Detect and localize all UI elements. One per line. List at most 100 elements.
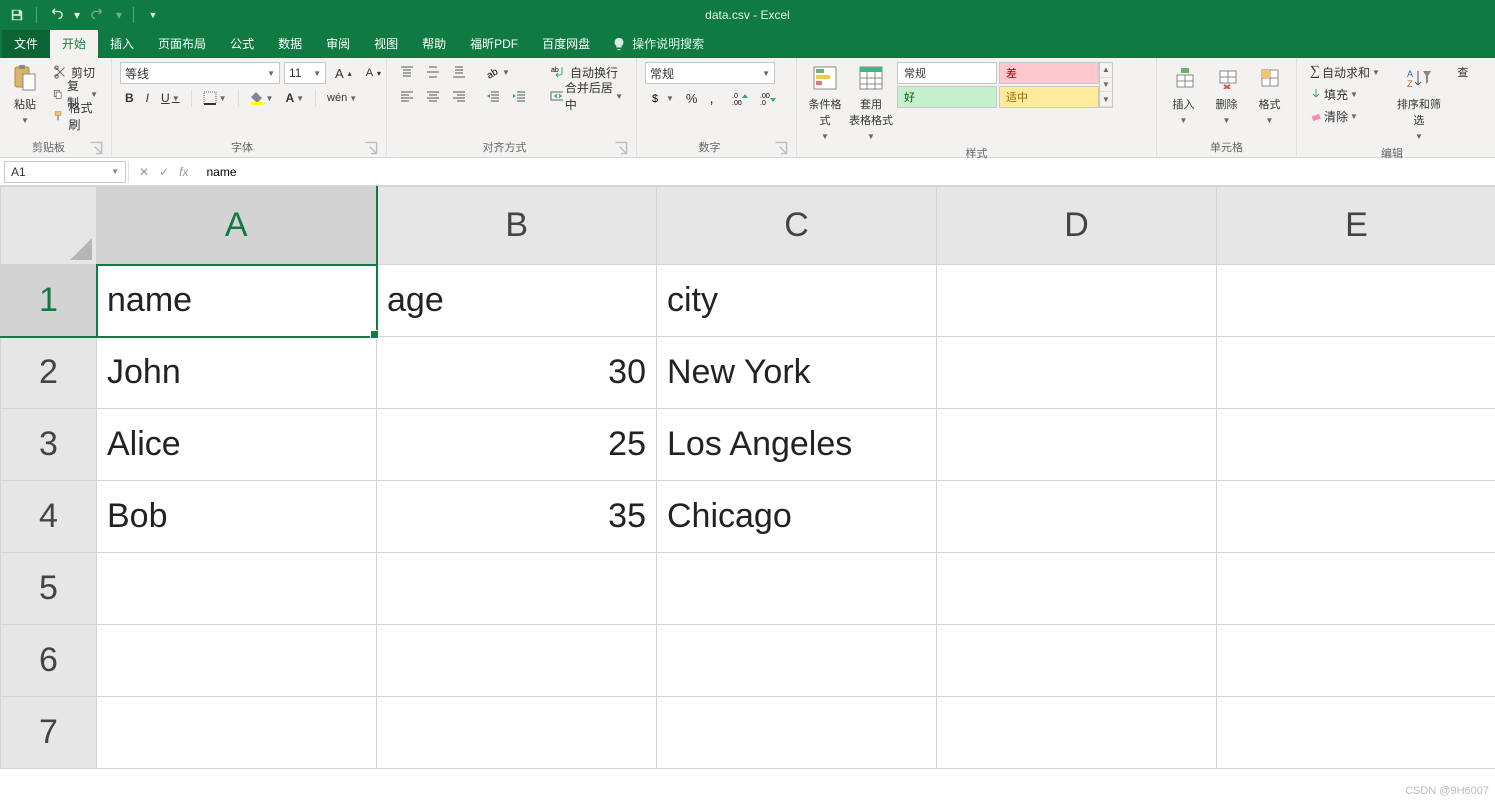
decrease-indent-button[interactable] [481, 86, 505, 106]
caret-down-icon[interactable]: ▾ [73, 6, 81, 24]
cell-C1[interactable]: city [657, 265, 937, 337]
dialog-launcher-icon[interactable] [614, 141, 628, 155]
gallery-up-icon[interactable]: ▲ [1100, 63, 1112, 78]
merge-center-button[interactable]: 合并后居中▼ [545, 86, 628, 106]
select-all-corner[interactable] [1, 187, 97, 265]
style-bad[interactable]: 差 [999, 62, 1099, 84]
cancel-formula-icon[interactable]: ✕ [139, 165, 149, 179]
row-header-5[interactable]: 5 [1, 553, 97, 625]
cell-A2[interactable]: John [97, 337, 377, 409]
bold-button[interactable]: B [120, 88, 139, 108]
tab-baidu[interactable]: 百度网盘 [530, 29, 602, 58]
formula-input[interactable] [198, 161, 1495, 183]
decrease-font-button[interactable]: A▾ [361, 63, 386, 83]
col-header-B[interactable]: B [377, 187, 657, 265]
cell-A1[interactable]: name [97, 265, 377, 337]
gallery-more-icon[interactable]: ▼ [1100, 92, 1112, 107]
increase-decimal-button[interactable]: .0.00 [727, 88, 753, 108]
cell-B7[interactable] [377, 697, 657, 769]
align-top-button[interactable] [395, 62, 419, 82]
phonetic-button[interactable]: wén▼ [322, 88, 362, 108]
fill-color-button[interactable]: ▼ [245, 88, 279, 108]
row-header-4[interactable]: 4 [1, 481, 97, 553]
tab-layout[interactable]: 页面布局 [146, 29, 218, 58]
cell-B6[interactable] [377, 625, 657, 697]
cell-C5[interactable] [657, 553, 937, 625]
tab-file[interactable]: 文件 [2, 29, 50, 58]
tab-help[interactable]: 帮助 [410, 29, 458, 58]
number-format-combo[interactable]: 常规▼ [645, 62, 775, 84]
tab-foxit[interactable]: 福昕PDF [458, 29, 530, 58]
cell-C7[interactable] [657, 697, 937, 769]
format-cells-button[interactable]: 格式▼ [1251, 62, 1288, 127]
gallery-down-icon[interactable]: ▼ [1100, 78, 1112, 93]
autosum-button[interactable]: ∑自动求和▼ [1305, 62, 1385, 82]
row-header-1[interactable]: 1 [1, 265, 97, 337]
format-as-table-button[interactable]: 套用 表格格式▼ [851, 62, 891, 143]
cell-D4[interactable] [937, 481, 1217, 553]
cell-B3[interactable]: 25 [377, 409, 657, 481]
conditional-format-button[interactable]: 条件格式▼ [805, 62, 845, 143]
comma-button[interactable]: , [704, 88, 718, 108]
col-header-E[interactable]: E [1217, 187, 1495, 265]
cell-A7[interactable] [97, 697, 377, 769]
cell-D5[interactable] [937, 553, 1217, 625]
increase-font-button[interactable]: A▴ [330, 63, 357, 83]
style-medium[interactable]: 适中 [999, 86, 1099, 108]
find-select-button[interactable]: 查 [1453, 62, 1473, 82]
clear-button[interactable]: 清除▼ [1305, 106, 1385, 126]
decrease-decimal-button[interactable]: .00.0 [755, 88, 781, 108]
align-bottom-button[interactable] [447, 62, 471, 82]
row-header-7[interactable]: 7 [1, 697, 97, 769]
tab-data[interactable]: 数据 [266, 29, 314, 58]
align-right-button[interactable] [447, 86, 471, 106]
cell-C4[interactable]: Chicago [657, 481, 937, 553]
col-header-D[interactable]: D [937, 187, 1217, 265]
cell-A4[interactable]: Bob [97, 481, 377, 553]
undo-icon[interactable] [47, 6, 65, 24]
border-button[interactable]: ▼ [198, 88, 232, 108]
cell-D2[interactable] [937, 337, 1217, 409]
tab-review[interactable]: 审阅 [314, 29, 362, 58]
tab-home[interactable]: 开始 [50, 29, 98, 58]
cell-A3[interactable]: Alice [97, 409, 377, 481]
dialog-launcher-icon[interactable] [89, 141, 103, 155]
delete-cells-button[interactable]: 删除▼ [1208, 62, 1245, 127]
cell-E6[interactable] [1217, 625, 1495, 697]
col-header-A[interactable]: A [97, 187, 377, 265]
save-icon[interactable] [8, 6, 26, 24]
accounting-format-button[interactable]: $▼ [645, 88, 679, 108]
style-good[interactable]: 好 [897, 86, 997, 108]
cell-C2[interactable]: New York [657, 337, 937, 409]
row-header-2[interactable]: 2 [1, 337, 97, 409]
cell-E7[interactable] [1217, 697, 1495, 769]
cell-D1[interactable] [937, 265, 1217, 337]
cell-B4[interactable]: 35 [377, 481, 657, 553]
orientation-button[interactable]: ab▼ [481, 62, 515, 82]
cell-C3[interactable]: Los Angeles [657, 409, 937, 481]
format-painter-button[interactable]: 格式刷 [48, 106, 103, 126]
fill-button[interactable]: 填充▼ [1305, 84, 1385, 104]
row-header-6[interactable]: 6 [1, 625, 97, 697]
cell-C6[interactable] [657, 625, 937, 697]
cell-B5[interactable] [377, 553, 657, 625]
font-color-button[interactable]: A▼ [280, 88, 309, 108]
cell-D6[interactable] [937, 625, 1217, 697]
cell-E1[interactable] [1217, 265, 1495, 337]
underline-button[interactable]: U▼ [156, 88, 185, 108]
italic-button[interactable]: I [141, 88, 154, 108]
cell-A5[interactable] [97, 553, 377, 625]
cell-D7[interactable] [937, 697, 1217, 769]
fx-icon[interactable]: fx [179, 165, 188, 179]
align-center-button[interactable] [421, 86, 445, 106]
paste-button[interactable]: 粘贴 ▼ [8, 62, 42, 127]
redo-icon[interactable] [89, 6, 107, 24]
percent-button[interactable]: % [681, 88, 703, 108]
cell-D3[interactable] [937, 409, 1217, 481]
align-left-button[interactable] [395, 86, 419, 106]
tab-formulas[interactable]: 公式 [218, 29, 266, 58]
row-header-3[interactable]: 3 [1, 409, 97, 481]
sort-filter-button[interactable]: AZ排序和筛选▼ [1391, 62, 1447, 143]
dialog-launcher-icon[interactable] [364, 141, 378, 155]
qat-customize-icon[interactable]: ▼ [144, 6, 162, 24]
